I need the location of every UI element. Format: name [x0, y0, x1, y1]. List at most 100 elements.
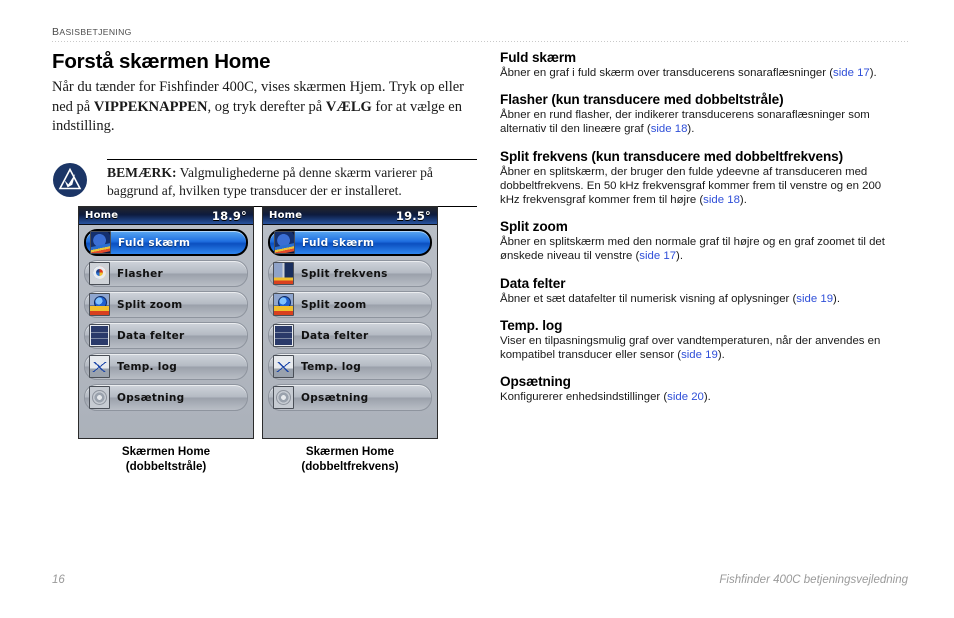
menu-item-split-frekvens-right[interactable]: Split frekvens: [268, 260, 432, 287]
device-menu-left: Fuld skærm Flasher Split zoom Data felte…: [79, 225, 253, 438]
entry-text: Åbner en splitskærm, der bruger den fuld…: [500, 165, 882, 207]
menu-item-data-felter-right[interactable]: Data felter: [268, 322, 432, 349]
flasher-dial-icon: [89, 262, 110, 285]
entry-body: Viser en tilpasningsmulig graf over vand…: [500, 334, 900, 362]
data-fields-icon: [89, 324, 110, 347]
footer-page-number: 16: [52, 574, 65, 586]
full-screen-sonar-icon: [90, 231, 111, 254]
entry-body: Åbner en splitskærm, der bruger den fuld…: [500, 165, 900, 208]
menu-item-label: Split frekvens: [301, 267, 388, 280]
entry-split-frekvens: Split frekvens (kun transducere med dobb…: [500, 149, 900, 208]
menu-item-opsaetning-left[interactable]: Opsætning: [84, 384, 248, 411]
menu-item-label: Fuld skærm: [302, 236, 375, 249]
left-column: Forstå skærmen Home Når du tænder for Fi…: [52, 50, 477, 221]
caption-line-2: (dobbeltfrekvens): [301, 460, 399, 473]
entry-heading: Opsætning: [500, 374, 571, 390]
menu-item-flasher-left[interactable]: Flasher: [84, 260, 248, 287]
entry-text-after: ).: [717, 349, 725, 362]
entry-body: Åbner en graf i fuld skærm over transduc…: [500, 66, 900, 80]
menu-item-split-zoom-left[interactable]: Split zoom: [84, 291, 248, 318]
cross-reference-link[interactable]: side 18: [651, 123, 688, 135]
cross-reference-link[interactable]: side 19: [796, 293, 833, 305]
device-titlebar-right: Home 19.5°: [263, 207, 437, 225]
entry-text-after: ).: [869, 67, 877, 79]
entry-body: Åbner en rund flasher, der indikerer tra…: [500, 108, 900, 136]
menu-item-label: Split zoom: [117, 298, 183, 311]
menu-item-fuld-skaerm-left[interactable]: Fuld skærm: [84, 229, 248, 256]
caption-line-1: Skærmen Home: [305, 445, 395, 458]
menu-item-label: Data felter: [117, 329, 185, 342]
entry-temp-log: Temp. log Viser en tilpasningsmulig graf…: [500, 318, 900, 362]
note-label: BEMÆRK:: [107, 164, 177, 180]
entry-heading: Flasher (kun transducere med dobbeltstrå…: [500, 92, 784, 108]
temperature-log-icon: [273, 355, 294, 378]
entry-text-after: ).: [687, 123, 695, 136]
entry-fuld-skaerm: Fuld skærm Åbner en graf i fuld skærm ov…: [500, 50, 900, 80]
note-paragraph: BEMÆRK: Valgmulighederne på denne skærm …: [107, 164, 477, 201]
split-zoom-icon: [89, 293, 110, 316]
entry-heading: Split zoom: [500, 219, 568, 235]
menu-item-label: Opsætning: [117, 391, 185, 404]
device-titlebar-left: Home 18.9°: [79, 207, 253, 225]
menu-item-opsaetning-right[interactable]: Opsætning: [268, 384, 432, 411]
menu-item-label: Flasher: [117, 267, 163, 280]
entry-text-after: ).: [676, 250, 683, 263]
settings-gear-icon: [89, 386, 110, 409]
entry-heading: Temp. log: [500, 317, 563, 333]
entry-text: Åbner et sæt datafelter til numerisk vis…: [500, 292, 797, 305]
caption-dual-frequency: Skærmen Home (dobbeltfrekvens): [262, 444, 438, 474]
cross-reference-link[interactable]: side 18: [703, 194, 740, 206]
entry-body: Konfigurerer enhedsindstillinger (side 2…: [500, 390, 900, 404]
entry-heading: Fuld skærm: [500, 50, 577, 65]
running-header: BASISBETJENING: [52, 26, 908, 42]
caption-line-2: (dobbeltstråle): [125, 460, 207, 473]
intro-paragraph: Når du tænder for Fishfinder 400C, vises…: [52, 78, 477, 137]
entry-text-after: ).: [703, 391, 711, 404]
temperature-log-icon: [89, 355, 110, 378]
device-temperature-left: 18.9°: [211, 208, 247, 223]
menu-item-label: Temp. log: [117, 360, 178, 373]
entry-opsaetning: Opsætning Konfigurerer enhedsindstilling…: [500, 374, 900, 404]
menu-item-fuld-skaerm-right[interactable]: Fuld skærm: [268, 229, 432, 256]
cross-reference-link[interactable]: side 17: [639, 250, 676, 262]
menu-item-label: Split zoom: [301, 298, 367, 311]
entry-heading: Data felter: [500, 275, 566, 291]
entry-body: Åbner et sæt datafelter til numerisk vis…: [500, 292, 900, 306]
entry-text: Konfigurerer enhedsindstillinger (: [500, 391, 668, 404]
cross-reference-link[interactable]: side 17: [833, 67, 870, 79]
device-title-right: Home: [269, 210, 303, 221]
dual-beam-home-screen: Home 18.9° Fuld skærm Flasher Split zoom…: [78, 206, 254, 439]
split-zoom-icon: [273, 293, 294, 316]
entry-body: Åbner en splitskærm med den normale graf…: [500, 235, 900, 263]
entry-text: Åbner en splitskærm med den normale graf…: [500, 236, 885, 263]
menu-item-label: Fuld skærm: [118, 236, 191, 249]
entry-data-felter: Data felter Åbner et sæt datafelter til …: [500, 276, 900, 306]
cross-reference-link[interactable]: side 20: [667, 391, 704, 403]
device-temperature-right: 19.5°: [395, 208, 431, 223]
intro-bold-vaelg: VÆLG: [325, 98, 372, 115]
menu-item-temp-log-left[interactable]: Temp. log: [84, 353, 248, 380]
full-screen-sonar-icon: [274, 231, 295, 254]
split-frequency-icon: [273, 262, 294, 285]
intro-text-2: , og tryk derefter på: [207, 98, 326, 115]
entry-heading: Split frekvens (kun transducere med dobb…: [500, 148, 844, 164]
running-header-rest: ASISBETJENING: [59, 27, 132, 37]
entry-flasher: Flasher (kun transducere med dobbeltstrå…: [500, 92, 900, 136]
settings-gear-icon: [273, 386, 294, 409]
menu-item-label: Temp. log: [301, 360, 362, 373]
device-title-left: Home: [85, 210, 119, 221]
entry-text-after: ).: [739, 194, 747, 207]
menu-item-split-zoom-right[interactable]: Split zoom: [268, 291, 432, 318]
data-fields-icon: [273, 324, 294, 347]
entry-text-after: ).: [833, 292, 840, 305]
caption-dual-beam: Skærmen Home (dobbeltstråle): [78, 444, 254, 474]
menu-item-temp-log-right[interactable]: Temp. log: [268, 353, 432, 380]
menu-item-data-felter-left[interactable]: Data felter: [84, 322, 248, 349]
page-title: Forstå skærmen Home: [52, 50, 271, 73]
footer-document-title: Fishfinder 400C betjeningsvejledning: [719, 574, 908, 586]
cross-reference-link[interactable]: side 19: [681, 349, 718, 361]
header-divider: [52, 41, 908, 42]
menu-item-label: Data felter: [301, 329, 369, 342]
menu-item-label: Opsætning: [301, 391, 369, 404]
running-header-text: BASISBETJENING: [52, 26, 908, 38]
